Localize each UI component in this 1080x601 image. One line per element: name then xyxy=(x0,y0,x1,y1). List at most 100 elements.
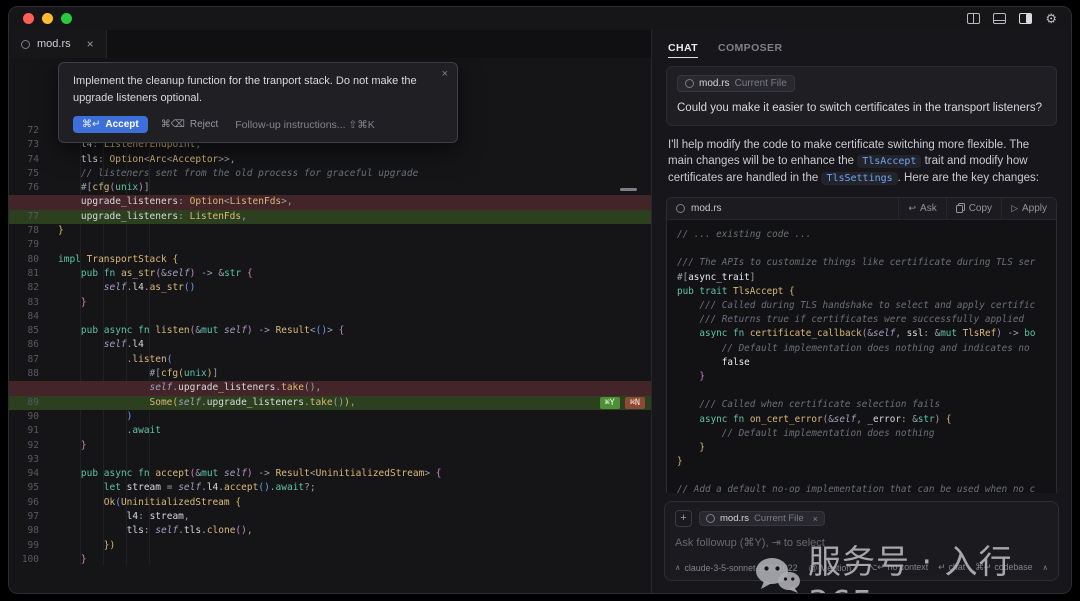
rust-file-icon xyxy=(706,514,715,523)
code-text: } xyxy=(58,439,87,453)
followup-instructions-input[interactable]: Follow-up instructions... ⇧⌘K xyxy=(235,119,375,131)
code-line: 93 xyxy=(9,453,651,467)
code-text: // ... existing code ... xyxy=(677,228,811,242)
code-line: 83 } xyxy=(9,296,651,310)
code-line: 78} xyxy=(9,224,651,238)
editor-pane: mod.rs × 72pub(crate) struct TransportSt… xyxy=(9,30,652,593)
code-block-content: // ... existing code ... /// The APIs to … xyxy=(667,220,1056,493)
rust-file-icon xyxy=(21,40,30,49)
ask-button[interactable]: ↩ Ask xyxy=(898,198,945,219)
chat-input-box[interactable]: + mod.rs Current File × Ask followup (⌘Y… xyxy=(664,501,1059,581)
input-context-file-pill[interactable]: mod.rs Current File × xyxy=(699,511,825,526)
rust-file-icon xyxy=(685,79,694,88)
kbd-hint[interactable]: ⌘↵codebase xyxy=(975,562,1032,573)
code-line xyxy=(677,384,1046,398)
deleted-code-line: self.upgrade_listeners.take(), xyxy=(9,381,651,395)
code-line: /// Called during TLS handshake to selec… xyxy=(677,299,1046,313)
line-number: 100 xyxy=(9,553,39,567)
code-text: l4: stream, xyxy=(58,510,190,524)
code-text: pub fn as_str(&self) -> &str { xyxy=(58,267,253,281)
accept-label: Accept xyxy=(105,119,138,130)
code-text: // Default implementation does nothing xyxy=(677,427,934,441)
reject-kbd: ⌘⌫ xyxy=(161,119,185,130)
code-line: // Default implementation does nothing a… xyxy=(677,342,1046,356)
code-text: async fn on_cert_error(&self, _error: &s… xyxy=(677,413,951,427)
apply-button[interactable]: ▷ Apply xyxy=(1001,198,1056,219)
code-line: 90 ) xyxy=(9,410,651,424)
line-number: 83 xyxy=(9,296,39,310)
gear-icon[interactable]: ⚙ xyxy=(1045,12,1057,25)
pill-file-name: mod.rs xyxy=(699,78,730,89)
line-number: 77 xyxy=(9,210,39,224)
close-window-button[interactable] xyxy=(23,13,34,24)
split-editor-icon[interactable] xyxy=(967,13,980,24)
code-line: 81 pub fn as_str(&self) -> &str { xyxy=(9,267,651,281)
chevron-up-icon[interactable]: ∧ xyxy=(1043,563,1049,572)
titlebar-actions: ⚙ xyxy=(967,12,1057,25)
code-line: // Add a default no-op implementation th… xyxy=(677,483,1046,493)
kbd-hint[interactable]: ⌥↵no context xyxy=(867,562,928,573)
code-line: 92 } xyxy=(9,439,651,453)
code-block-header: mod.rs ↩ Ask Copy xyxy=(667,198,1056,220)
code-text: } xyxy=(677,455,683,469)
model-selector[interactable]: ∧ claude-3-5-sonnet-20241022 xyxy=(675,563,797,573)
reject-line-badge[interactable]: ⌘N xyxy=(625,397,645,409)
tab-mod-rs[interactable]: mod.rs × xyxy=(9,30,107,58)
traffic-lights xyxy=(23,13,72,24)
scrollbar-mark[interactable] xyxy=(620,188,637,191)
remove-context-icon[interactable]: × xyxy=(813,514,818,524)
line-number: 87 xyxy=(9,353,39,367)
code-line: async fn on_cert_error(&self, _error: &s… xyxy=(677,413,1046,427)
code-editor[interactable]: 72pub(crate) struct TransportStack {73 l… xyxy=(9,58,651,593)
line-number: 99 xyxy=(9,539,39,553)
inline-code[interactable]: TlsAccept xyxy=(857,155,921,168)
accept-line-badge[interactable]: ⌘Y xyxy=(600,397,620,409)
chat-tab-bar: CHAT COMPOSER xyxy=(652,30,1071,58)
panel-right-icon[interactable] xyxy=(1019,13,1032,24)
dialog-close-icon[interactable]: × xyxy=(442,68,448,80)
line-number: 98 xyxy=(9,524,39,538)
code-line: /// The APIs to customize things like ce… xyxy=(677,256,1046,270)
input-placeholder[interactable]: Ask followup (⌘Y), ⇥ to select xyxy=(675,536,1048,549)
line-number: 84 xyxy=(9,310,39,324)
minimize-window-button[interactable] xyxy=(42,13,53,24)
inline-code[interactable]: TlsSettings xyxy=(821,172,897,185)
panel-bottom-icon[interactable] xyxy=(993,13,1006,24)
app-window: ⚙ mod.rs × 72pub(crate) struct Transport… xyxy=(8,6,1072,594)
context-file-pill[interactable]: mod.rs Current File xyxy=(677,75,795,92)
maximize-window-button[interactable] xyxy=(61,13,72,24)
code-line: 79 xyxy=(9,238,651,252)
line-number: 80 xyxy=(9,253,39,267)
code-text: pub trait TlsAccept { xyxy=(677,285,795,299)
line-number: 81 xyxy=(9,267,39,281)
code-line: pub trait TlsAccept { xyxy=(677,285,1046,299)
copy-button[interactable]: Copy xyxy=(946,198,1001,219)
code-line: 76 #[cfg(unix)] xyxy=(9,181,651,195)
code-line: // ... existing code ... xyxy=(677,228,1046,242)
code-line: } xyxy=(677,370,1046,384)
code-text: self.l4 xyxy=(58,338,144,352)
code-text: #[async_trait] xyxy=(677,271,755,285)
line-number: 90 xyxy=(9,410,39,424)
deleted-code-line: upgrade_listeners: Option<ListenFds>, xyxy=(9,195,651,209)
code-line: 95 let stream = self.l4.accept().await?; xyxy=(9,481,651,495)
line-number: 88 xyxy=(9,367,39,381)
line-number: 97 xyxy=(9,510,39,524)
code-text: } xyxy=(58,224,64,238)
line-number: 93 xyxy=(9,453,39,467)
code-text: self.upgrade_listeners.take(), xyxy=(58,381,321,395)
code-line: 91 .await xyxy=(9,424,651,438)
add-context-button[interactable]: + xyxy=(675,510,692,527)
accept-button[interactable]: ⌘↵ Accept xyxy=(73,116,148,133)
kbd-hint[interactable]: ↵chat xyxy=(938,562,965,573)
mention-button[interactable]: @ Mention xyxy=(808,563,851,573)
code-line xyxy=(677,242,1046,256)
code-line: 86 self.l4 xyxy=(9,338,651,352)
line-number: 82 xyxy=(9,281,39,295)
dialog-prompt-text: Implement the cleanup function for the t… xyxy=(73,73,443,107)
tab-composer[interactable]: COMPOSER xyxy=(718,42,782,58)
tab-chat[interactable]: CHAT xyxy=(668,42,698,58)
line-number: 94 xyxy=(9,467,39,481)
reject-button[interactable]: ⌘⌫ Reject xyxy=(161,119,219,130)
tab-close-icon[interactable]: × xyxy=(87,37,94,51)
